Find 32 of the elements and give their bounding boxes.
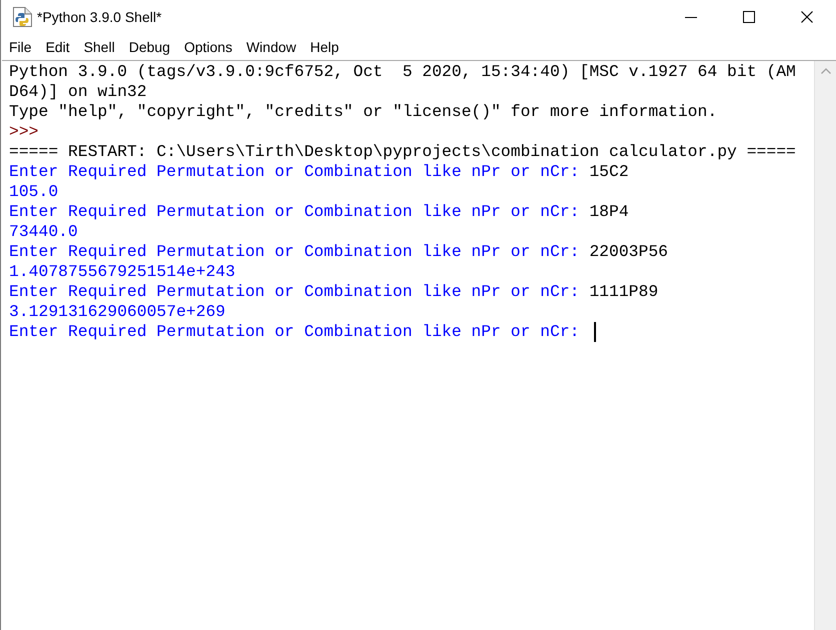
output-text: Enter Required Permutation or Combination like nPr or nCr: (9, 322, 580, 342)
typed-text: 22003P56 (589, 242, 668, 262)
banner-text: Type "help", "copyright", "credits" or "license()" for more information. (9, 102, 718, 122)
output-text: Enter Required Permutation or Combination like nPr or nCr: (9, 242, 580, 262)
banner-text: D64)] on win32 (9, 82, 147, 102)
close-icon (801, 11, 813, 23)
app-icon (12, 6, 33, 28)
scrollbar[interactable] (814, 61, 836, 630)
output-text: 73440.0 (9, 222, 78, 242)
output-text: Enter Required Permutation or Combination like nPr or nCr: (9, 282, 580, 302)
banner-text: Python 3.9.0 (tags/v3.9.0:9cf6752, Oct 5 2020, 15:34:40) [MSC v.1927 64 bit (AM (9, 62, 796, 82)
output-text: Enter Required Permutation or Combination like nPr or nCr: (9, 162, 580, 182)
menu-item[interactable]: Options (177, 37, 240, 57)
minimize-icon (685, 16, 697, 18)
output-text: 105.0 (9, 182, 58, 202)
menu-item[interactable]: Window (239, 37, 304, 57)
menu-item[interactable]: Edit (38, 37, 77, 57)
menu-item[interactable]: File (2, 37, 39, 57)
maximize-icon (743, 11, 755, 23)
typed-text: 1111P89 (589, 282, 658, 302)
menu-item[interactable]: Help (303, 37, 346, 57)
menu-item[interactable]: Shell (76, 37, 122, 57)
window-title: *Python 3.9.0 Shell* (37, 8, 162, 27)
typed-text: 18P4 (589, 202, 629, 222)
menu-item[interactable]: Debug (122, 37, 178, 57)
output-text: 1.4078755679251514e+243 (9, 262, 236, 282)
output-text: Enter Required Permutation or Combination like nPr or nCr: (9, 202, 580, 222)
restart-message: ===== RESTART: C:\Users\Tirth\Desktop\pyprojects\combination calculator.py ===== (9, 142, 796, 162)
typed-text: 15C2 (589, 162, 629, 182)
prompt-text: >>> (9, 122, 39, 142)
output-text: 3.129131629060057e+269 (9, 302, 226, 322)
scroll-up-icon[interactable] (820, 68, 830, 74)
